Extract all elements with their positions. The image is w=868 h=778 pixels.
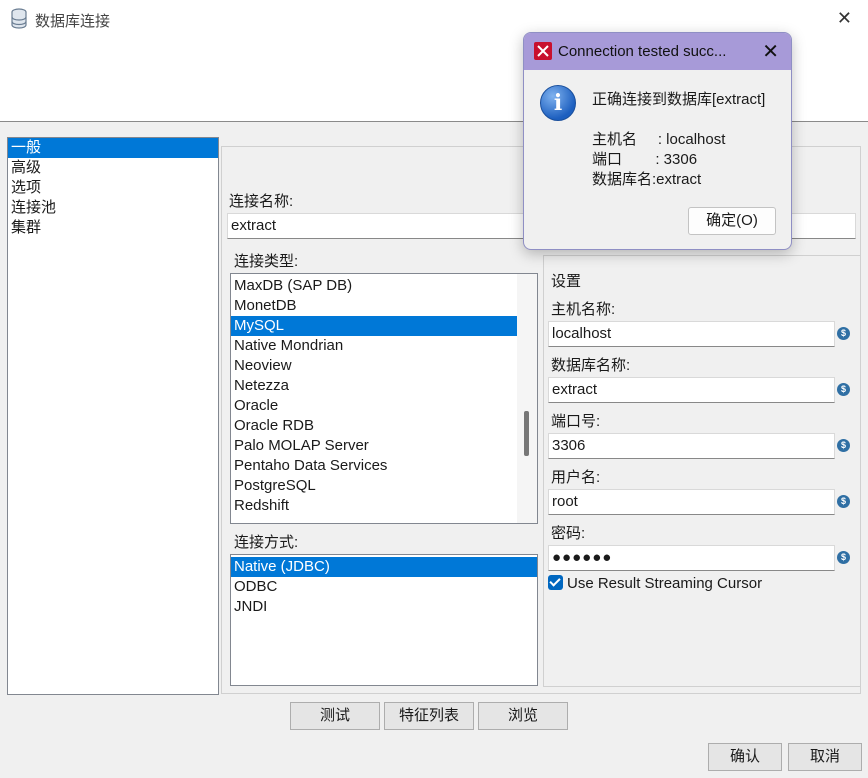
list-item[interactable]: Neoview xyxy=(231,356,517,376)
list-item[interactable]: JNDI xyxy=(231,597,537,617)
list-item[interactable]: Oracle xyxy=(231,396,517,416)
test-button[interactable]: 测试 xyxy=(290,702,380,730)
password-label: 密码: xyxy=(551,525,586,542)
streaming-cursor-label: Use Result Streaming Cursor xyxy=(567,575,763,592)
list-item[interactable]: MaxDB (SAP DB) xyxy=(231,276,517,296)
nav-item-cluster[interactable]: 集群 xyxy=(8,218,218,238)
info-icon: i xyxy=(540,85,576,121)
connection-type-list[interactable]: MaxDB (SAP DB) MonetDB MySQL Native Mond… xyxy=(230,273,538,524)
variable-icon[interactable]: $ xyxy=(837,551,850,564)
list-item[interactable]: Redshift xyxy=(231,496,517,516)
access-type-label: 连接方式: xyxy=(234,534,299,551)
close-icon[interactable]: ✕ xyxy=(762,39,779,64)
list-item[interactable]: Native (JDBC) xyxy=(231,557,537,577)
port-input[interactable]: 3306 xyxy=(548,433,835,459)
port-label: 端口号: xyxy=(551,413,601,430)
list-item[interactable]: PostgreSQL xyxy=(231,476,517,496)
list-item[interactable]: Oracle RDB xyxy=(231,416,517,436)
streaming-cursor-checkbox[interactable] xyxy=(548,575,563,590)
database-name-label: 数据库名称: xyxy=(551,357,631,374)
database-icon xyxy=(11,8,27,29)
dialog-title: Connection tested succ... xyxy=(558,43,727,60)
list-item[interactable]: MySQL xyxy=(231,316,517,336)
connection-type-scrollbar[interactable] xyxy=(517,274,537,523)
cancel-button[interactable]: 取消 xyxy=(788,743,862,771)
dialog-port-line: 端口 : 3306 xyxy=(592,151,698,168)
access-type-list[interactable]: Native (JDBC) ODBC JNDI xyxy=(230,554,538,686)
window-title: 数据库连接 xyxy=(35,13,111,30)
variable-icon[interactable]: $ xyxy=(837,495,850,508)
list-item[interactable]: Pentaho Data Services xyxy=(231,456,517,476)
list-item[interactable]: Palo MOLAP Server xyxy=(231,436,517,456)
nav-item-options[interactable]: 选项 xyxy=(8,178,218,198)
host-label: 主机名称: xyxy=(551,301,616,318)
connection-test-dialog: Connection tested succ... ✕ i 正确连接到数据库[e… xyxy=(523,32,792,250)
ok-button[interactable]: 确认 xyxy=(708,743,782,771)
dialog-ok-button[interactable]: 确定(O) xyxy=(688,207,776,235)
username-input[interactable]: root xyxy=(548,489,835,515)
explore-button[interactable]: 浏览 xyxy=(478,702,568,730)
list-item[interactable]: MonetDB xyxy=(231,296,517,316)
list-item[interactable]: ODBC xyxy=(231,577,537,597)
variable-icon[interactable]: $ xyxy=(837,383,850,396)
scrollbar-thumb[interactable] xyxy=(524,411,529,456)
variable-icon[interactable]: $ xyxy=(837,439,850,452)
list-item[interactable]: Native Mondrian xyxy=(231,336,517,356)
dialog-title-bar: Connection tested succ... ✕ xyxy=(524,33,791,70)
settings-title: 设置 xyxy=(551,273,582,290)
nav-item-general[interactable]: 一般 xyxy=(8,138,218,158)
nav-item-pooling[interactable]: 连接池 xyxy=(8,198,218,218)
feature-list-button[interactable]: 特征列表 xyxy=(384,702,474,730)
nav-item-advanced[interactable]: 高级 xyxy=(8,158,218,178)
host-input[interactable]: localhost xyxy=(548,321,835,347)
close-icon[interactable]: ✕ xyxy=(837,8,852,29)
connection-name-label: 连接名称: xyxy=(229,193,294,210)
app-icon xyxy=(534,42,552,60)
username-label: 用户名: xyxy=(551,469,601,486)
dialog-db-line: 数据库名:extract xyxy=(592,171,702,188)
connection-type-label: 连接类型: xyxy=(234,253,299,270)
list-item[interactable]: Netezza xyxy=(231,376,517,396)
settings-nav-list[interactable]: 一般 高级 选项 连接池 集群 xyxy=(7,137,219,695)
variable-icon[interactable]: $ xyxy=(837,327,850,340)
dialog-host-line: 主机名 : localhost xyxy=(592,131,726,148)
dialog-message: 正确连接到数据库[extract] xyxy=(592,91,766,108)
database-name-input[interactable]: extract xyxy=(548,377,835,403)
password-input[interactable]: ●●●●●● xyxy=(548,545,835,571)
